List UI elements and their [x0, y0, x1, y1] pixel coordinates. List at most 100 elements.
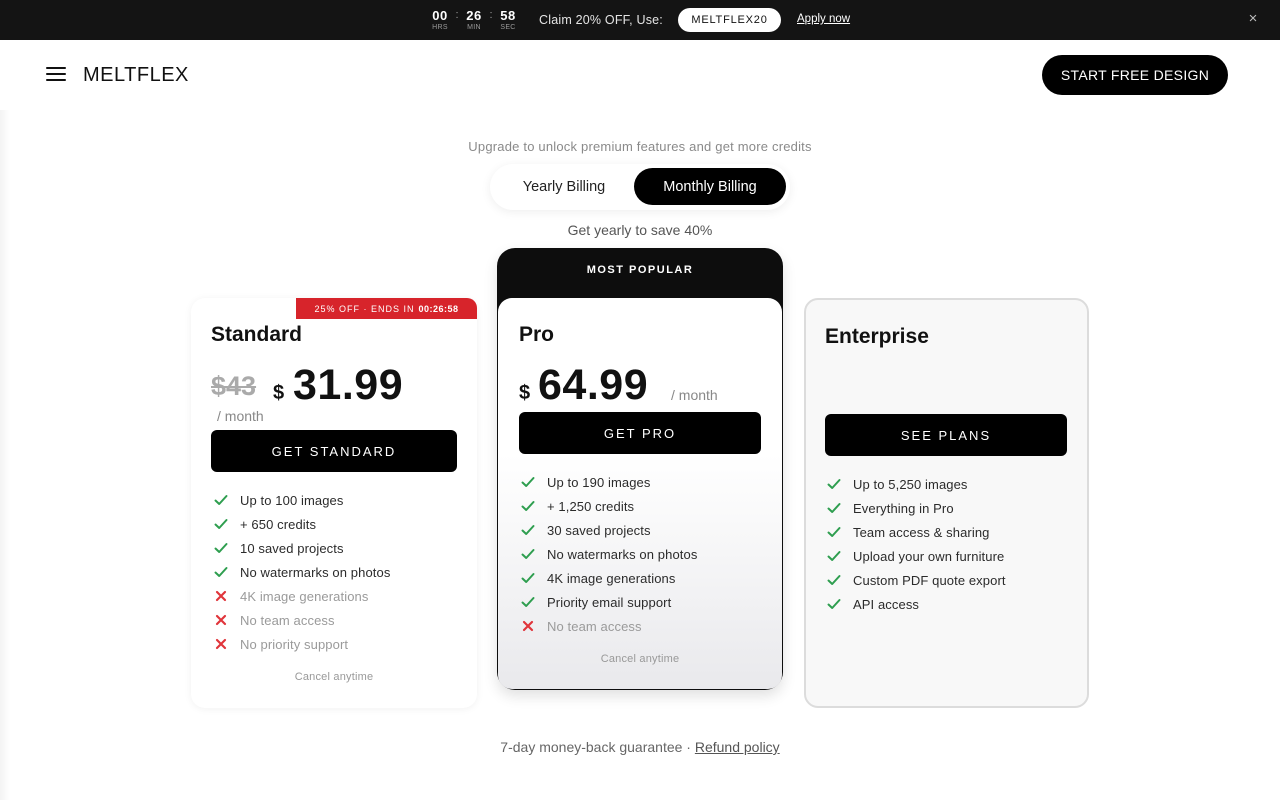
currency-symbol: $	[273, 382, 285, 404]
apply-now-link[interactable]: Apply now	[797, 13, 850, 25]
page-edge-shade	[0, 110, 10, 800]
feature-list: Up to 100 images + 650 credits 10 saved pr…	[214, 488, 390, 656]
brand-logo[interactable]: MELTFLEX	[83, 64, 189, 87]
timer-hours: 00 HRS	[428, 8, 452, 32]
feature-text: Custom PDF quote export	[853, 572, 1006, 588]
feature-text: Everything in Pro	[853, 500, 954, 516]
promo-text: Claim 20% OFF, Use:	[539, 13, 663, 27]
site-header: MELTFLEX START FREE DESIGN	[0, 40, 1280, 110]
check-icon	[521, 571, 535, 585]
most-popular-label: MOST POPULAR	[586, 264, 694, 276]
feature-text: Team access & sharing	[853, 524, 990, 540]
cancel-anytime-note: Cancel anytime	[294, 671, 374, 683]
cross-icon	[521, 619, 535, 633]
plan-card-enterprise: Enterprise SEE PLANS Up to 5,250 images E…	[804, 298, 1089, 708]
check-icon	[521, 499, 535, 513]
timer-hours-label: HRS	[432, 24, 448, 31]
timer-minutes: 26 MIN	[462, 8, 486, 32]
see-plans-button[interactable]: SEE PLANS	[825, 414, 1067, 456]
feature-item: 10 saved projects	[214, 536, 390, 560]
cross-icon	[214, 637, 228, 651]
timer-minutes-label: MIN	[467, 24, 481, 31]
yearly-savings-note: Get yearly to save 40%	[567, 222, 713, 238]
feature-item: Up to 5,250 images	[827, 472, 1006, 496]
start-free-design-button[interactable]: START FREE DESIGN	[1042, 55, 1228, 95]
feature-text: No watermarks on photos	[240, 564, 391, 580]
feature-text: + 650 credits	[240, 516, 317, 532]
get-pro-button[interactable]: GET PRO	[519, 412, 761, 454]
check-icon	[214, 541, 228, 555]
feature-text: 10 saved projects	[240, 540, 344, 556]
check-icon	[214, 493, 228, 507]
countdown-timer: 00 HRS : 26 MIN : 58 SEC	[428, 8, 520, 32]
timer-separator: :	[489, 9, 493, 21]
check-icon	[827, 501, 841, 515]
plan-name: Standard	[211, 323, 303, 346]
plan-name: Enterprise	[825, 325, 929, 348]
timer-seconds-value: 58	[500, 8, 516, 23]
monthly-billing-tab[interactable]: Monthly Billing	[634, 168, 786, 205]
timer-seconds: 58 SEC	[496, 8, 520, 32]
discount-badge: 25% OFF · ENDS IN 00:26:58	[296, 298, 477, 319]
plan-name: Pro	[519, 323, 555, 346]
feature-text: No watermarks on photos	[547, 546, 698, 562]
feature-text: 4K image generations	[240, 588, 369, 604]
feature-item: 4K image generations	[521, 566, 697, 590]
feature-text: No priority support	[240, 636, 349, 652]
cancel-anytime-note: Cancel anytime	[600, 653, 680, 665]
feature-item: Upload your own furniture	[827, 544, 1006, 568]
cross-icon	[214, 589, 228, 603]
feature-item: Up to 190 images	[521, 470, 697, 494]
check-icon	[521, 475, 535, 489]
promo-code-pill[interactable]: MELTFLEX20	[678, 8, 781, 32]
feature-text: + 1,250 credits	[547, 498, 635, 514]
feature-item: No priority support	[214, 632, 390, 656]
feature-item: Priority email support	[521, 590, 697, 614]
pricing-subtitle: Upgrade to unlock premium features and g…	[468, 139, 812, 154]
guarantee-text: 7-day money-back guarantee ·	[500, 739, 691, 755]
promo-bar: 00 HRS : 26 MIN : 58 SEC Claim 20% OFF, …	[0, 0, 1280, 40]
timer-minutes-value: 26	[466, 8, 482, 23]
get-standard-button[interactable]: GET STANDARD	[211, 430, 457, 472]
feature-item: + 1,250 credits	[521, 494, 697, 518]
feature-item: No team access	[521, 614, 697, 638]
check-icon	[521, 547, 535, 561]
feature-item: Up to 100 images	[214, 488, 390, 512]
feature-list: Up to 190 images + 1,250 credits 30 saved …	[521, 470, 697, 638]
hamburger-menu-icon[interactable]	[46, 67, 66, 83]
billing-toggle: Yearly Billing Monthly Billing	[490, 164, 790, 210]
guarantee-line: 7-day money-back guarantee · Refund poli…	[0, 739, 1280, 755]
check-icon	[827, 597, 841, 611]
check-icon	[827, 525, 841, 539]
feature-text: Priority email support	[547, 594, 672, 610]
feature-text: 30 saved projects	[547, 522, 651, 538]
feature-item: No team access	[214, 608, 390, 632]
feature-text: No team access	[547, 618, 642, 634]
timer-hours-value: 00	[432, 8, 448, 23]
close-icon[interactable]: ×	[1245, 11, 1261, 27]
cross-icon	[214, 613, 228, 627]
feature-text: Up to 5,250 images	[853, 476, 968, 492]
billing-period: / month	[671, 387, 718, 403]
feature-item: No watermarks on photos	[521, 542, 697, 566]
feature-text: No team access	[240, 612, 335, 628]
plan-card-pro: Pro $ 64.99 / month GET PRO Up to 190 im…	[498, 298, 782, 689]
feature-item: Team access & sharing	[827, 520, 1006, 544]
check-icon	[827, 477, 841, 491]
check-icon	[214, 565, 228, 579]
feature-text: Upload your own furniture	[853, 548, 1005, 564]
feature-text: API access	[853, 596, 920, 612]
feature-item: 4K image generations	[214, 584, 390, 608]
yearly-billing-tab[interactable]: Yearly Billing	[494, 168, 634, 205]
feature-text: Up to 190 images	[547, 474, 651, 490]
discount-badge-timer: 00:26:58	[418, 303, 459, 314]
feature-text: Up to 100 images	[240, 492, 344, 508]
check-icon	[827, 549, 841, 563]
feature-item: Custom PDF quote export	[827, 568, 1006, 592]
feature-item: + 650 credits	[214, 512, 390, 536]
refund-policy-link[interactable]: Refund policy	[695, 739, 780, 755]
currency-symbol: $	[519, 382, 531, 404]
plan-card-standard: Standard $43 $ 31.99 / month GET STANDAR…	[191, 298, 477, 708]
feature-item: Everything in Pro	[827, 496, 1006, 520]
timer-separator: :	[455, 9, 459, 21]
